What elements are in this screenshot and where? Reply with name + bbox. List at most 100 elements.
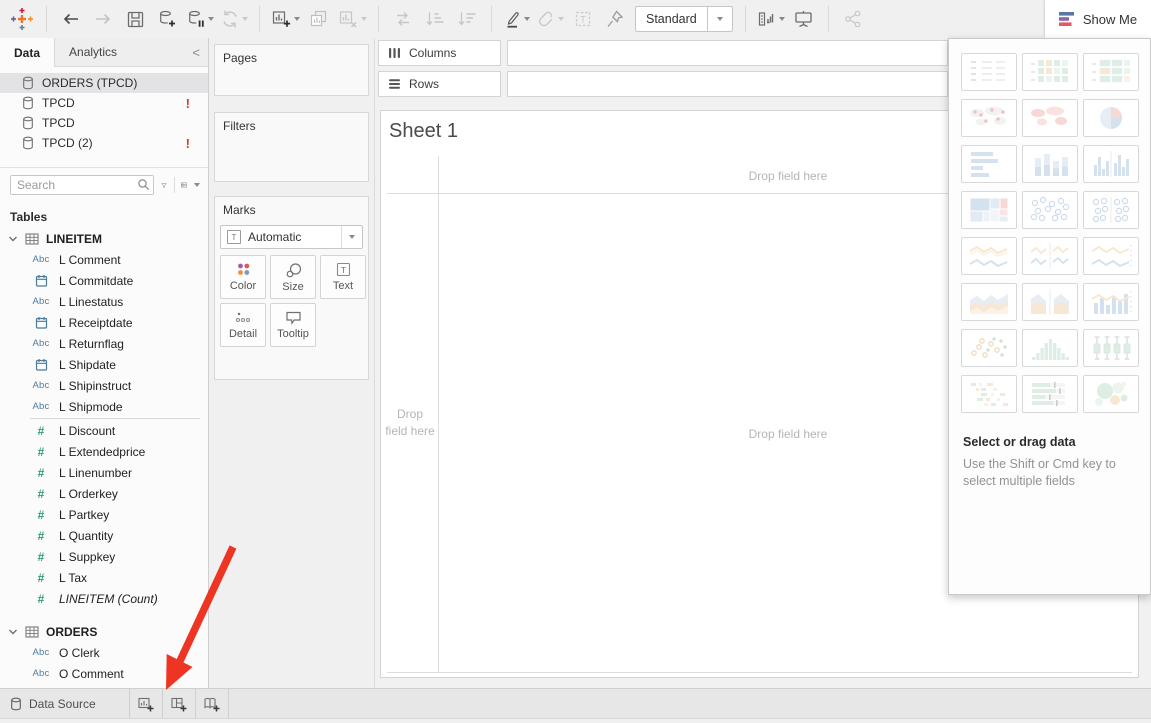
showme-packed-bubbles[interactable]	[1083, 375, 1139, 413]
fit-dropdown[interactable]: Standard	[635, 6, 733, 32]
run-auto-updates-button[interactable]	[217, 5, 251, 33]
field-item[interactable]: AbcO Clerk	[0, 642, 208, 663]
redo-button[interactable]	[87, 5, 119, 33]
showme-heat-map[interactable]	[1083, 53, 1139, 91]
showme-scatter-plot[interactable]	[961, 329, 1017, 367]
tables-heading: Tables	[0, 198, 208, 228]
new-worksheet-tab-button[interactable]	[130, 689, 163, 719]
tab-data[interactable]: Data	[0, 38, 55, 67]
table-header-lineitem[interactable]: LINEITEM	[0, 228, 208, 249]
showme-dual-combination[interactable]	[1083, 283, 1139, 321]
tab-analytics[interactable]: Analytics	[55, 38, 131, 66]
undo-button[interactable]	[55, 5, 87, 33]
sort-descending-button[interactable]	[451, 5, 483, 33]
new-data-source-button[interactable]	[151, 5, 183, 33]
showme-filled-map[interactable]	[1022, 99, 1078, 137]
number-field-icon: #	[38, 424, 45, 438]
field-item[interactable]: #L Extendedprice	[0, 441, 208, 462]
field-item[interactable]: L Commitdate	[0, 270, 208, 291]
showme-circle-views[interactable]	[1022, 191, 1078, 229]
field-item[interactable]: AbcL Shipmode	[0, 396, 208, 417]
text-button[interactable]: T Text	[320, 255, 366, 299]
share-button[interactable]	[837, 5, 869, 33]
swap-rows-columns-button[interactable]	[387, 5, 419, 33]
tooltip-button[interactable]: Tooltip	[270, 303, 316, 347]
view-as-list-icon[interactable]	[181, 178, 187, 192]
showme-side-by-side-bars[interactable]	[1083, 145, 1139, 183]
presentation-mode-button[interactable]	[788, 5, 820, 33]
datasource-item[interactable]: ORDERS (TPCD)	[0, 73, 208, 93]
field-item[interactable]: #LINEITEM (Count)	[0, 588, 208, 609]
field-item[interactable]: #L Linenumber	[0, 462, 208, 483]
detail-button[interactable]: Detail	[220, 303, 266, 347]
showme-lines-discrete[interactable]	[1022, 237, 1078, 275]
duplicate-button[interactable]	[303, 5, 335, 33]
clear-sheet-button[interactable]	[335, 5, 370, 33]
showme-box-and-whisker[interactable]	[1083, 329, 1139, 367]
field-item[interactable]: #L Quantity	[0, 525, 208, 546]
showme-treemap[interactable]	[961, 191, 1017, 229]
new-worksheet-button[interactable]	[268, 5, 303, 33]
showme-stacked-bars[interactable]	[1022, 145, 1078, 183]
search-input[interactable]	[10, 175, 154, 195]
field-item[interactable]: #L Tax	[0, 567, 208, 588]
size-button[interactable]: Size	[270, 255, 316, 299]
drop-zone-rows[interactable]: Drop field here	[385, 406, 435, 440]
field-item[interactable]: #L Discount	[0, 420, 208, 441]
field-item[interactable]: L Shipdate	[0, 354, 208, 375]
field-item[interactable]: AbcL Comment	[0, 249, 208, 270]
show-me-button[interactable]: Show Me	[1045, 0, 1151, 38]
pause-auto-updates-button[interactable]	[183, 5, 217, 33]
field-item[interactable]: AbcL Linestatus	[0, 291, 208, 312]
showme-histogram[interactable]	[1022, 329, 1078, 367]
showme-bullet-graphs[interactable]	[1022, 375, 1078, 413]
datasource-item[interactable]: TPCD	[0, 113, 208, 133]
datasource-item[interactable]: TPCD!	[0, 93, 208, 113]
showme-area-discrete[interactable]	[1022, 283, 1078, 321]
filters-shelf[interactable]: Filters	[214, 112, 369, 182]
showme-gantt[interactable]	[961, 375, 1017, 413]
pages-shelf[interactable]: Pages	[214, 44, 369, 96]
highlight-button[interactable]	[500, 5, 533, 33]
datasource-item[interactable]: TPCD (2)!	[0, 133, 208, 153]
fit-dropdown-caret[interactable]	[707, 7, 732, 31]
field-item[interactable]: #L Partkey	[0, 504, 208, 525]
field-item[interactable]: #L Orderkey	[0, 483, 208, 504]
columns-shelf-drop[interactable]	[507, 40, 948, 66]
fit-selector-button[interactable]	[754, 5, 788, 33]
group-members-button[interactable]	[533, 5, 567, 33]
show-mark-labels-button[interactable]: T	[567, 5, 599, 33]
showme-pie-chart[interactable]	[1083, 99, 1139, 137]
showme-text-table[interactable]	[961, 53, 1017, 91]
showme-horizontal-bars[interactable]	[961, 145, 1017, 183]
field-item[interactable]: AbcL Returnflag	[0, 333, 208, 354]
showme-lines-continuous[interactable]	[961, 237, 1017, 275]
mark-type-caret[interactable]	[341, 226, 362, 248]
sort-ascending-button[interactable]	[419, 5, 451, 33]
color-button[interactable]: Color	[220, 255, 266, 299]
field-item[interactable]: AbcL Shipinstruct	[0, 375, 208, 396]
fix-axes-button[interactable]	[599, 5, 631, 33]
new-story-tab-button[interactable]	[196, 689, 229, 719]
mark-type-dropdown[interactable]: T Automatic	[220, 225, 363, 249]
field-item[interactable]: L Receiptdate	[0, 312, 208, 333]
showme-symbol-map[interactable]	[961, 99, 1017, 137]
field-label: L Receiptdate	[59, 316, 133, 330]
filter-fields-icon[interactable]	[161, 178, 167, 193]
clear-sheet-icon	[338, 9, 359, 29]
table-header-orders[interactable]: ORDERS	[0, 621, 208, 642]
tab-data-source[interactable]: Data Source	[0, 689, 130, 719]
rows-shelf-drop[interactable]	[507, 71, 948, 97]
tableau-logo[interactable]	[6, 5, 38, 33]
view-options-caret[interactable]	[194, 183, 200, 187]
new-dashboard-tab-button[interactable]	[163, 689, 196, 719]
field-item[interactable]: #L Suppkey	[0, 546, 208, 567]
showme-dual-lines[interactable]	[1083, 237, 1139, 275]
dropdown-caret	[294, 17, 300, 21]
field-item[interactable]: AbcO Comment	[0, 663, 208, 684]
collapse-pane-button[interactable]: <	[184, 38, 208, 66]
save-button[interactable]	[119, 5, 151, 33]
showme-side-by-side-circles[interactable]	[1083, 191, 1139, 229]
showme-highlight-table[interactable]	[1022, 53, 1078, 91]
showme-area-continuous[interactable]	[961, 283, 1017, 321]
